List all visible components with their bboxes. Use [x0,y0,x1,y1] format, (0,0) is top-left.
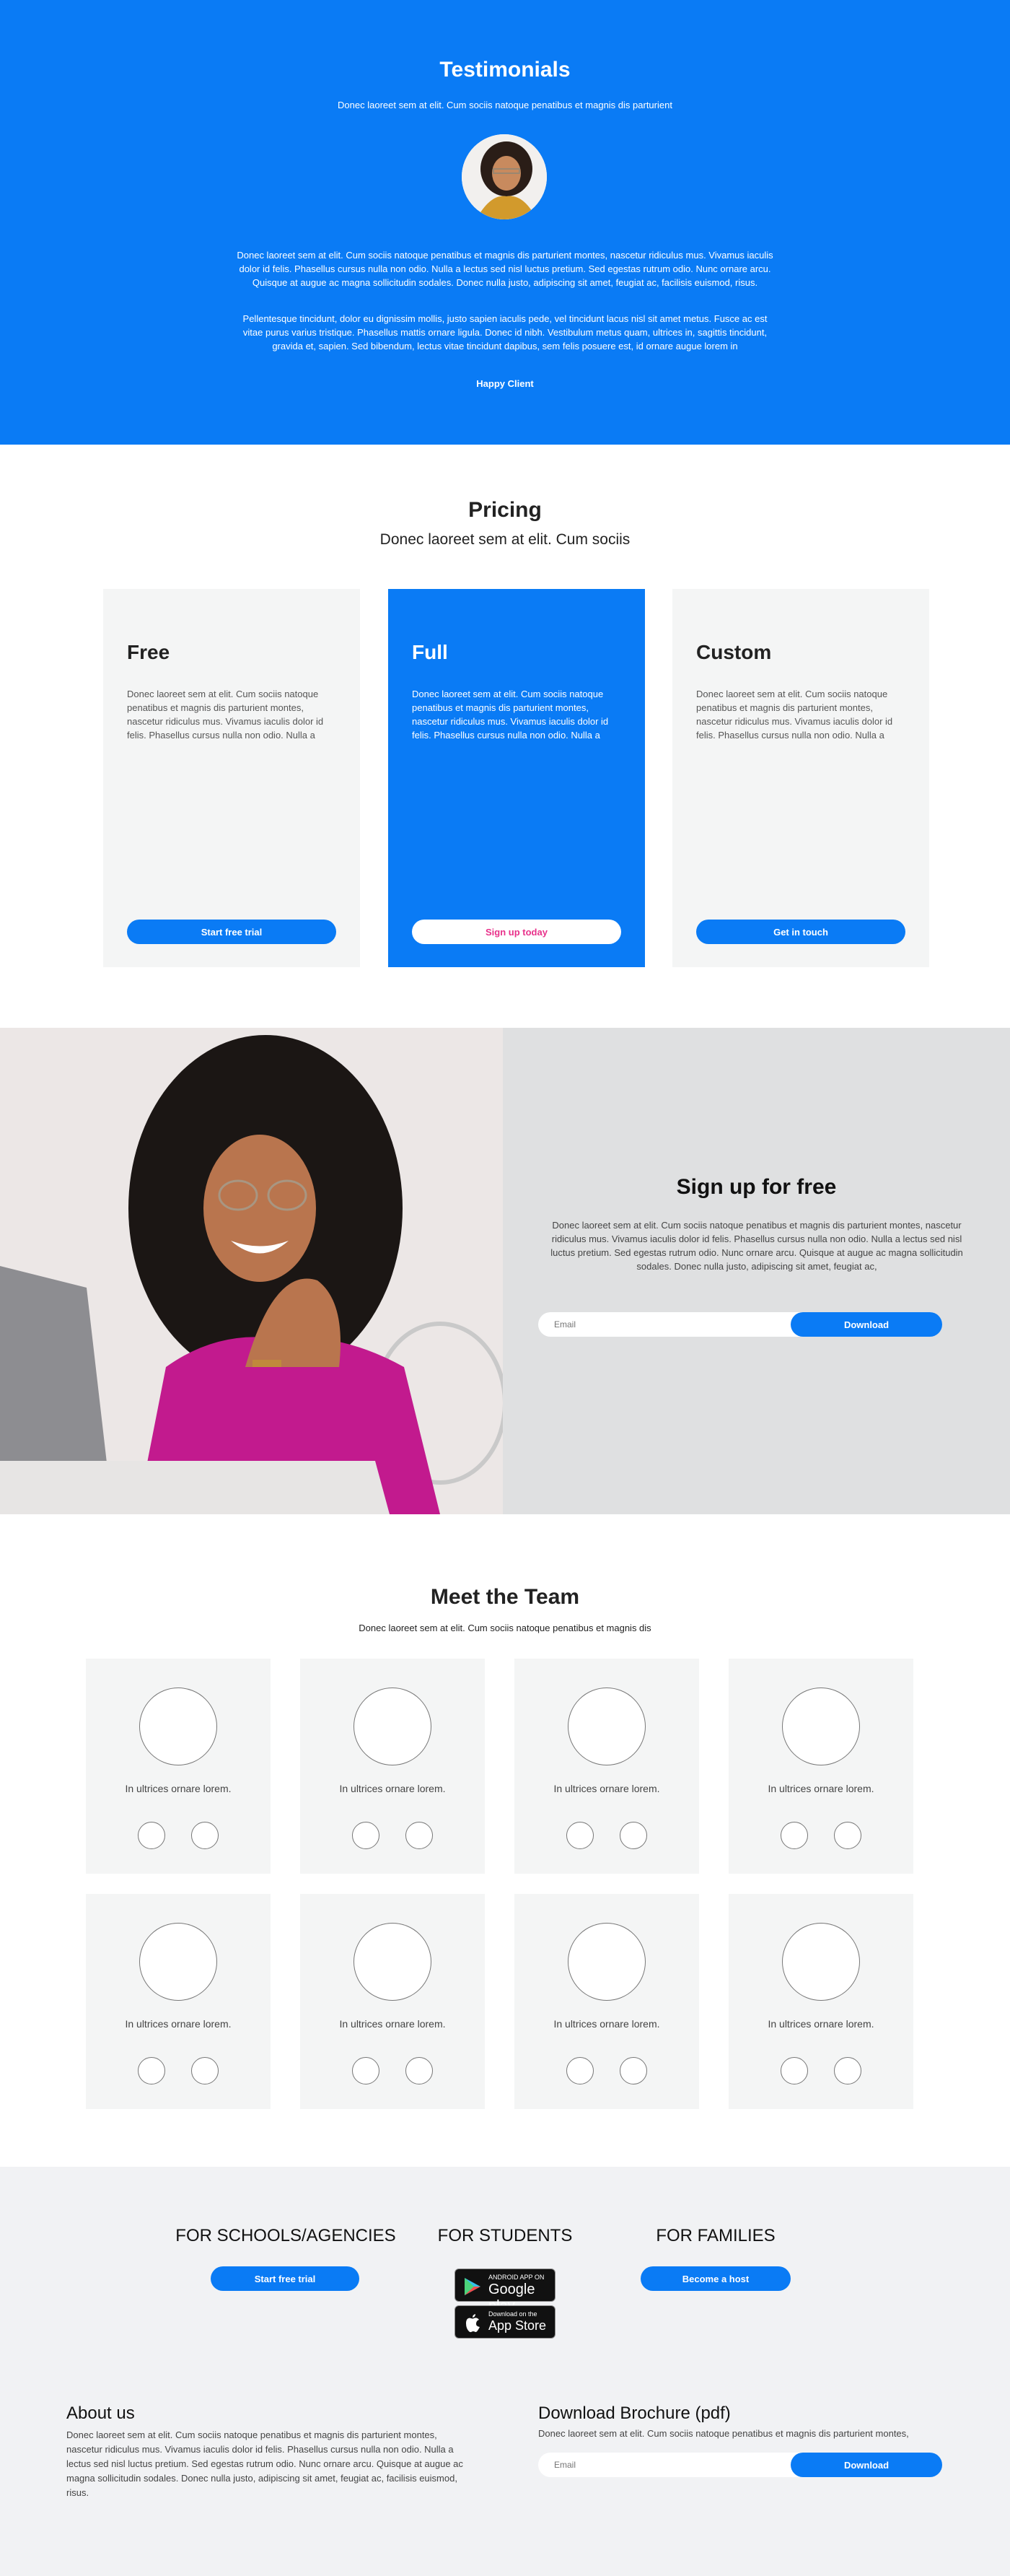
social-link-icon[interactable] [620,1822,647,1849]
signup-section: Sign up for free Donec laoreet sem at el… [0,1028,1010,1514]
testimonials-subtitle: Donec laoreet sem at elit. Cum sociis na… [338,100,672,110]
google-play-badge[interactable]: ANDROID APP ON Google play [454,2269,556,2314]
team-member-card: In ultrices ornare lorem. [514,1659,699,1874]
testimonials-title: Testimonials [439,58,571,82]
social-link-icon[interactable] [405,2057,433,2084]
social-link-icon[interactable] [405,1822,433,1849]
team-member-card: In ultrices ornare lorem. [86,1659,271,1874]
social-link-icon[interactable] [834,1822,861,1849]
pricing-card-custom: Custom Donec laoreet sem at elit. Cum so… [672,589,929,967]
member-photo [568,1923,646,2001]
download-button[interactable]: Download [791,1312,942,1337]
woman-with-laptop-photo [0,1028,503,1514]
social-link-icon[interactable] [191,2057,219,2084]
member-name: In ultrices ornare lorem. [339,1783,446,1794]
social-link-icon[interactable] [352,1822,379,1849]
member-name: In ultrices ornare lorem. [125,2018,232,2030]
apple-icon [466,2314,480,2333]
member-photo [568,1688,646,1765]
social-link-icon[interactable] [138,2057,165,2084]
start-free-trial-button[interactable]: Start free trial [127,920,336,944]
social-link-icon[interactable] [834,2057,861,2084]
pricing-card-free: Free Donec laoreet sem at elit. Cum soci… [103,589,360,967]
team-member-card: In ultrices ornare lorem. [729,1659,913,1874]
signup-text: Donec laoreet sem at elit. Cum sociis na… [550,1220,963,1272]
signup-title: Sign up for free [676,1175,837,1199]
app-store-badge[interactable]: Download on the App Store [454,2305,556,2339]
member-name: In ultrices ornare lorem. [553,1783,660,1794]
pricing-subtitle: Donec laoreet sem at elit. Cum sociis [379,531,631,548]
app-store-label: App Store [488,2318,547,2333]
google-play-icon [465,2278,480,2295]
plan-name: Free [127,641,170,663]
team-member-card: In ultrices ornare lorem. [729,1894,913,2109]
students-heading: FOR STUDENTS [437,2226,573,2245]
testimonial-text-2: Pellentesque tincidunt, dolor eu digniss… [242,313,768,352]
team-member-card: In ultrices ornare lorem. [514,1894,699,2109]
brochure-form: Download [538,2453,942,2477]
signup-panel: Sign up for free Donec laoreet sem at el… [503,1028,1010,1514]
google-play-caption: ANDROID APP ON [488,2274,545,2281]
team-member-card: In ultrices ornare lorem. [300,1894,485,2109]
testimonial-author: Happy Client [476,378,534,389]
member-name: In ultrices ornare lorem. [125,1783,232,1794]
member-photo [782,1688,860,1765]
member-photo [139,1923,217,2001]
pricing-section: Pricing Donec laoreet sem at elit. Cum s… [0,445,1010,1028]
social-link-icon[interactable] [781,1822,808,1849]
team-subtitle: Donec laoreet sem at elit. Cum sociis na… [359,1623,651,1633]
plan-name: Custom [696,641,772,663]
team-member-card: In ultrices ornare lorem. [86,1894,271,2109]
get-in-touch-button[interactable]: Get in touch [696,920,905,944]
plan-description: Donec laoreet sem at elit. Cum sociis na… [696,689,893,741]
families-heading: FOR FAMILIES [656,2226,776,2245]
social-link-icon[interactable] [191,1822,219,1849]
start-free-trial-button[interactable]: Start free trial [211,2266,359,2291]
member-photo [354,1688,431,1765]
plan-name: Full [412,641,448,663]
team-member-card: In ultrices ornare lorem. [300,1659,485,1874]
team-title: Meet the Team [430,1585,580,1609]
footer-section: FOR SCHOOLS/AGENCIES Start free trial FO… [0,2167,1010,2576]
brochure-text: Donec laoreet sem at elit. Cum sociis na… [538,2428,909,2439]
member-name: In ultrices ornare lorem. [339,2018,446,2030]
member-name: In ultrices ornare lorem. [768,1783,874,1794]
social-link-icon[interactable] [566,1822,594,1849]
app-store-caption: Download on the [488,2310,537,2318]
schools-heading: FOR SCHOOLS/AGENCIES [175,2226,396,2245]
social-link-icon[interactable] [138,1822,165,1849]
testimonials-section: Testimonials Donec laoreet sem at elit. … [0,0,1010,445]
brochure-download-button[interactable]: Download [791,2453,942,2477]
social-link-icon[interactable] [352,2057,379,2084]
brochure-heading: Download Brochure (pdf) [538,2403,731,2423]
become-a-host-button[interactable]: Become a host [641,2266,791,2291]
pricing-title: Pricing [468,498,542,522]
member-photo [782,1923,860,2001]
plan-description: Donec laoreet sem at elit. Cum sociis na… [412,689,609,741]
member-photo [354,1923,431,2001]
pricing-card-full: Full Donec laoreet sem at elit. Cum soci… [388,589,645,967]
member-name: In ultrices ornare lorem. [768,2018,874,2030]
social-link-icon[interactable] [620,2057,647,2084]
member-photo [139,1688,217,1765]
member-name: In ultrices ornare lorem. [553,2018,660,2030]
signup-form: Download [538,1312,942,1337]
team-section: Meet the Team Donec laoreet sem at elit.… [0,1514,1010,2167]
social-link-icon[interactable] [781,2057,808,2084]
about-text: Donec laoreet sem at elit. Cum sociis na… [66,2429,463,2498]
testimonial-text-1: Donec laoreet sem at elit. Cum sociis na… [237,250,773,288]
client-avatar [462,134,547,219]
sign-up-today-button[interactable]: Sign up today [412,920,621,944]
plan-description: Donec laoreet sem at elit. Cum sociis na… [127,689,324,741]
social-link-icon[interactable] [566,2057,594,2084]
about-heading: About us [66,2403,135,2423]
